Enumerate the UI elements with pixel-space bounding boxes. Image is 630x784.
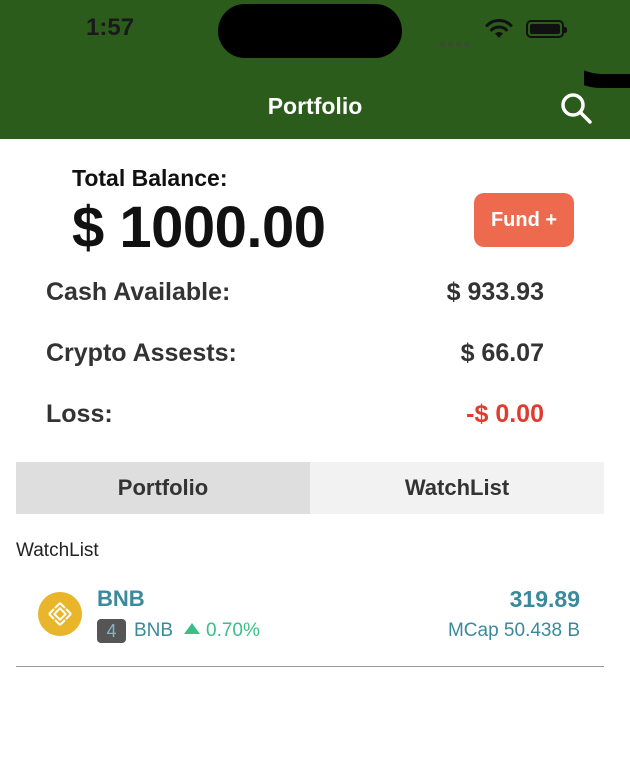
status-time: 1:57 bbox=[86, 14, 135, 41]
nav-bar: Portfolio bbox=[0, 60, 630, 139]
crypto-assets-value: $ 66.07 bbox=[460, 339, 544, 367]
price-change-value: 0.70% bbox=[206, 620, 260, 641]
dynamic-island bbox=[218, 4, 402, 58]
device-corner bbox=[584, 0, 630, 139]
coin-market-cap: MCap 50.438 B bbox=[447, 620, 580, 641]
tab-watchlist[interactable]: WatchList bbox=[310, 462, 604, 514]
list-item-bnb[interactable]: BNB 4 BNB 0.70% 319.89 MCap 50.438 B bbox=[16, 582, 604, 667]
cash-available-row: Cash Available: $ 933.93 bbox=[46, 278, 544, 312]
page-title: Portfolio bbox=[267, 93, 363, 119]
status-bar: 1:57 bbox=[0, 0, 630, 60]
coin-name: BNB bbox=[97, 586, 145, 611]
cash-available-label: Cash Available: bbox=[46, 278, 231, 306]
rank-badge: 4 bbox=[97, 619, 126, 643]
crypto-assets-row: Crypto Assests: $ 66.07 bbox=[46, 339, 544, 373]
total-balance-value: $ 1000.00 bbox=[72, 195, 326, 260]
cash-available-value: $ 933.93 bbox=[446, 278, 544, 306]
price-change: 0.70% bbox=[184, 620, 260, 642]
loss-value: -$ 0.00 bbox=[466, 400, 544, 428]
loss-label: Loss: bbox=[46, 400, 113, 428]
up-arrow-icon bbox=[184, 623, 200, 634]
total-balance-label: Total Balance: bbox=[72, 165, 228, 191]
crypto-assets-label: Crypto Assests: bbox=[46, 339, 237, 367]
segmented-control: Portfolio WatchList bbox=[16, 462, 604, 514]
loss-row: Loss: -$ 0.00 bbox=[46, 400, 544, 434]
tab-portfolio[interactable]: Portfolio bbox=[16, 462, 310, 514]
coin-symbol: BNB bbox=[134, 620, 174, 641]
wifi-icon bbox=[485, 19, 513, 38]
battery-icon bbox=[526, 20, 567, 38]
signal-icon bbox=[440, 34, 472, 52]
fund-button[interactable]: Fund + bbox=[474, 193, 574, 247]
watchlist-heading: WatchList bbox=[16, 540, 99, 561]
coin-price: 319.89 bbox=[509, 586, 580, 612]
bnb-logo-icon bbox=[38, 592, 82, 636]
